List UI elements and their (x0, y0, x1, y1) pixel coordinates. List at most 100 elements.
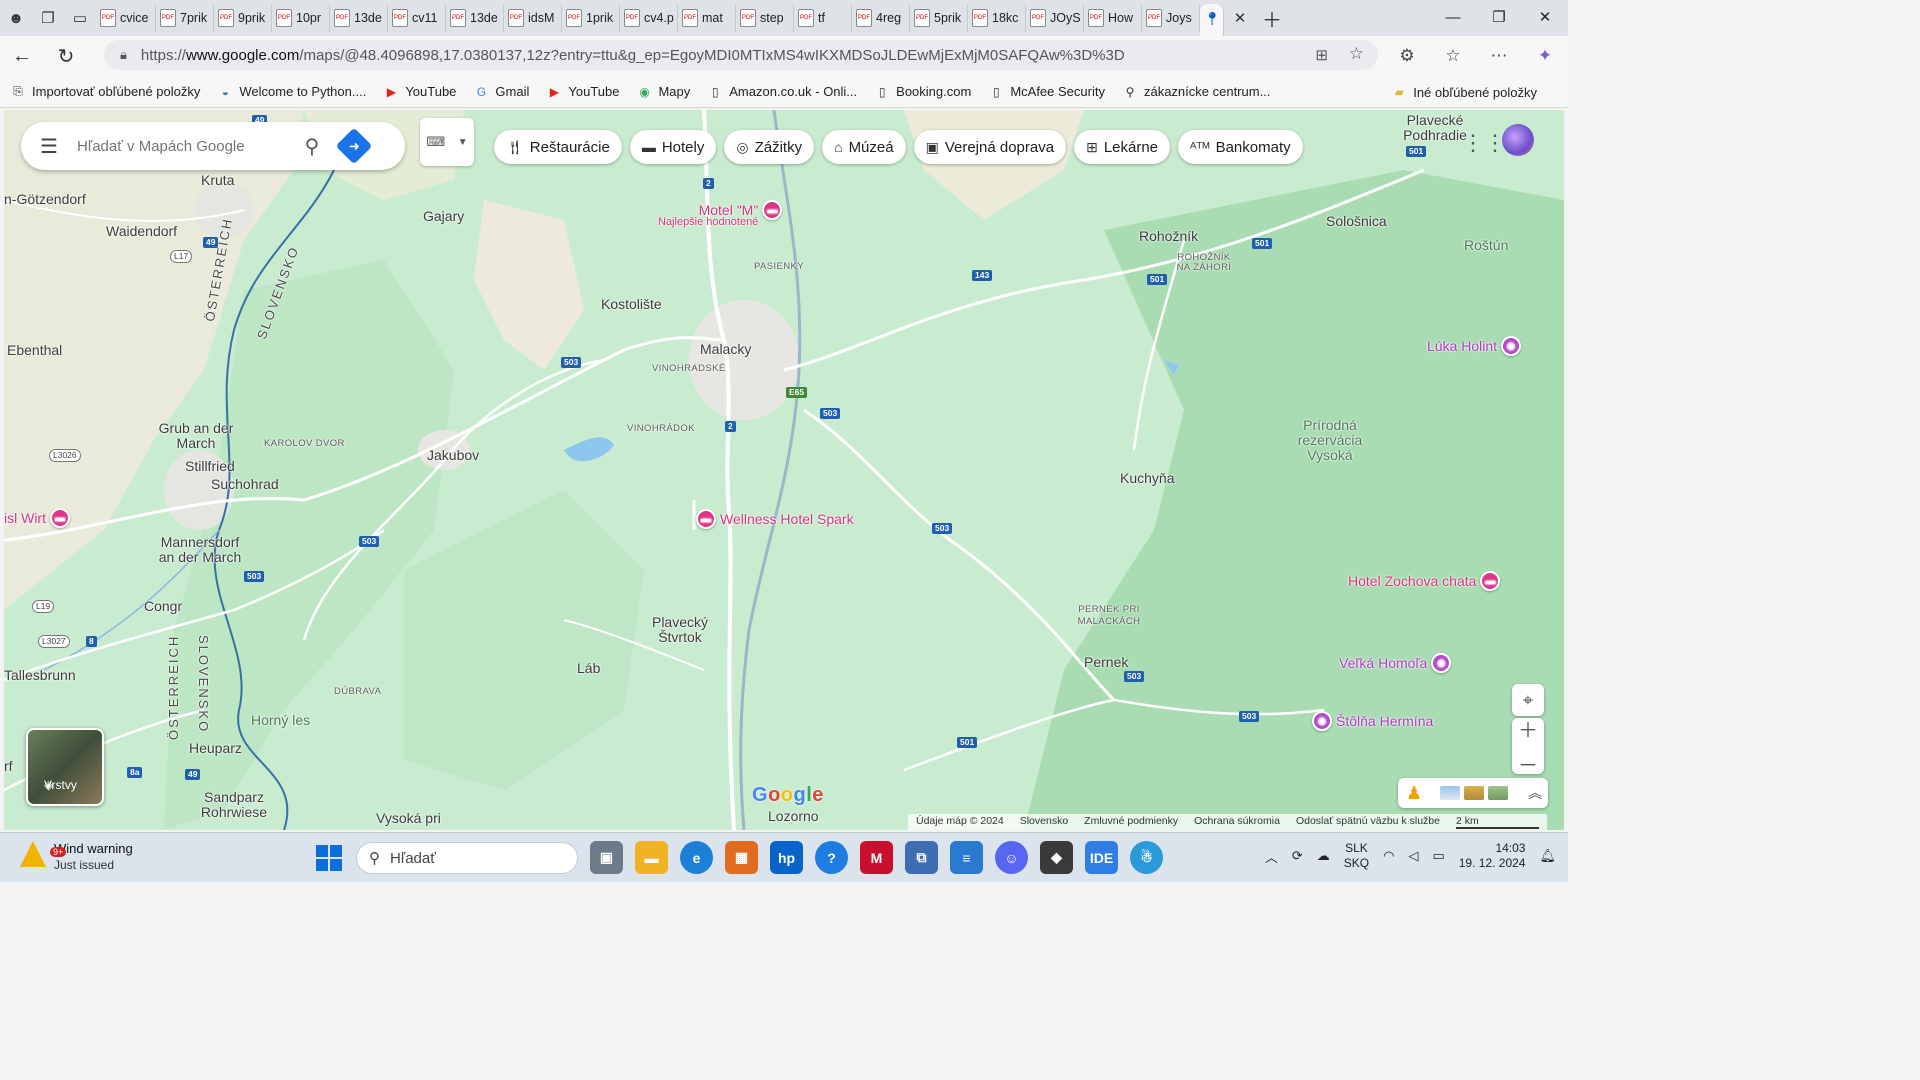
footer-link[interactable]: Zmluvné podmienky (1084, 815, 1178, 829)
browser-tab[interactable]: PDF How (1084, 4, 1142, 32)
sync-icon[interactable]: ⟳ (1292, 848, 1303, 864)
category-chip[interactable]: ◎ Zážitky (724, 130, 815, 164)
other-bookmarks[interactable]: ▰ Iné obľúbené položky (1391, 84, 1537, 100)
minimize-icon[interactable]: — (1430, 0, 1476, 36)
category-chip[interactable]: ⌂ Múzeá (822, 130, 906, 164)
start-button[interactable] (316, 845, 342, 871)
bookmark-item[interactable]: ◒ Welcome to Python.... (217, 84, 367, 100)
browser-tab[interactable]: PDF idsM (504, 4, 562, 32)
favorite-star-icon[interactable]: ☆ (1349, 44, 1364, 64)
zoom-in-icon[interactable]: ＋ (1518, 714, 1538, 743)
back-icon[interactable]: ← (0, 45, 44, 68)
bookmark-item[interactable]: G Gmail (473, 84, 530, 100)
bookmark-item[interactable]: ◉ Mapy (636, 84, 690, 100)
browser-tab[interactable]: PDF 13de (446, 4, 504, 32)
battery-icon[interactable]: ▭ (1432, 848, 1444, 864)
category-chip[interactable]: ⊞ Lekárne (1074, 130, 1171, 164)
browser-tab[interactable]: PDF step (736, 4, 794, 32)
category-chip[interactable]: ▣ Verejná doprava (913, 130, 1067, 164)
volume-icon[interactable]: ◁ (1408, 848, 1418, 864)
browser-tab[interactable]: PDF 5prik (910, 4, 968, 32)
favorites-icon[interactable]: ☆ (1430, 46, 1476, 66)
poi-wirt[interactable]: isl Wirt ▬ (4, 508, 70, 528)
poi-motel-m[interactable]: Motel "M" ▬ Najlepšie hodnotené (658, 200, 783, 228)
myhp-icon[interactable]: hp (770, 841, 803, 874)
more-menu-icon[interactable]: ⋯ (1476, 46, 1522, 66)
close-tab-icon[interactable]: ✕ (1224, 4, 1256, 32)
bookmark-item[interactable]: ⚲ zákaznícke centrum... (1122, 84, 1271, 100)
browser-tab[interactable]: PDF cvice (96, 4, 156, 32)
pegman-icon[interactable]: ♟ (1406, 783, 1422, 804)
browser-tab[interactable]: PDF Joys (1142, 4, 1200, 32)
poi-wellness-hotel[interactable]: ▬ Wellness Hotel Spark (696, 509, 854, 529)
discord-icon[interactable]: ☺ (995, 841, 1028, 874)
bookmark-item[interactable]: ⎘ Importovať obľúbené položky (10, 84, 200, 100)
satellite-thumb[interactable] (1488, 786, 1509, 800)
address-bar[interactable]: 🔒︎ https://www.google.com/maps/@48.40968… (104, 40, 1378, 70)
clock[interactable]: 14:03 19. 12. 2024 (1459, 841, 1526, 871)
network-app-icon[interactable]: ⧉ (905, 841, 938, 874)
bookmark-item[interactable]: ▶ YouTube (383, 84, 457, 100)
browser-tab[interactable]: PDF tf (794, 4, 852, 32)
browser-tab[interactable]: PDF 7prik (156, 4, 214, 32)
ide-icon[interactable]: IDE (1085, 841, 1118, 874)
active-tab-google-maps[interactable]: 📍︎ (1200, 4, 1224, 36)
imagery-thumb[interactable] (1440, 786, 1461, 800)
workspaces-icon[interactable]: ❐ (32, 4, 64, 32)
copilot-icon[interactable]: ✦ (1522, 46, 1568, 66)
bookmark-item[interactable]: ▯ McAfee Security (988, 84, 1105, 100)
search-icon[interactable]: ⚲ (287, 134, 337, 159)
browser-tab[interactable]: PDF 10pr (272, 4, 330, 32)
layers-button[interactable]: ◈ Vrstvy (26, 728, 104, 806)
browser-tab[interactable]: PDF 13de (330, 4, 388, 32)
edge-icon[interactable]: e (680, 841, 713, 874)
app-available-icon[interactable]: ⊞ (1315, 46, 1328, 64)
terrain-thumb[interactable] (1464, 786, 1485, 800)
poi-stolna-hermina[interactable]: ◉ Štôlňa Hermína (1312, 711, 1433, 731)
expand-icon[interactable]: ︽ (1528, 783, 1542, 803)
file-explorer-icon[interactable]: ▬ (635, 841, 668, 874)
weather-widget[interactable]: 9+ Wind warning Just issued (20, 841, 133, 873)
notepad-icon[interactable]: ≡ (950, 841, 983, 874)
extensions-icon[interactable]: ⚙ (1384, 46, 1430, 66)
poi-zochova-chata[interactable]: Hotel Zochova chata ▬ (1348, 571, 1501, 591)
reload-icon[interactable]: ↻ (44, 44, 88, 69)
browser-tab[interactable]: PDF 1prik (562, 4, 620, 32)
git-icon[interactable]: ◆ (1040, 841, 1073, 874)
maps-search-input[interactable] (77, 137, 287, 155)
tab-actions-icon[interactable]: ▭ (64, 4, 96, 32)
browser-tab[interactable]: PDF 9prik (214, 4, 272, 32)
footer-link[interactable]: Slovensko (1020, 815, 1068, 829)
notifications-icon[interactable]: 🔔︎ (1539, 848, 1556, 864)
chevron-up-icon[interactable]: ︿ (1265, 847, 1278, 866)
language-indicator[interactable]: SLK SKQ (1344, 841, 1369, 871)
map-canvas[interactable]: Kruta n-Götzendorf Waidendorf Gajary Ebe… (4, 110, 1564, 830)
scale-bar[interactable]: 2 km (1455, 815, 1539, 829)
onedrive-icon[interactable]: ☁ (1317, 848, 1330, 864)
category-chip[interactable]: ᴬᵀᴹ Bankomaty (1178, 130, 1303, 164)
close-window-icon[interactable]: ✕ (1522, 0, 1568, 36)
python-icon[interactable]: ☃ (1130, 841, 1163, 874)
browser-tab[interactable]: PDF 18kc (968, 4, 1026, 32)
poi-luka-holint[interactable]: Lúka Holint ◉ (1427, 336, 1522, 356)
browser-tab[interactable]: PDF mat (678, 4, 736, 32)
new-tab-icon[interactable]: ＋ (1256, 4, 1288, 32)
footer-link[interactable]: Odoslať spätnú väzbu k službe (1296, 815, 1440, 829)
category-chip[interactable]: ▬ Hotely (629, 130, 717, 164)
profile-icon[interactable]: ☻ (0, 4, 32, 32)
poi-velka-homola[interactable]: Veľká Homoľa ◉ (1339, 653, 1452, 673)
footer-link[interactable]: Ochrana súkromia (1194, 815, 1280, 829)
store-icon[interactable]: ▦ (725, 841, 758, 874)
my-location-button[interactable]: ⌖ (1512, 684, 1544, 716)
restore-icon[interactable]: ❐ (1476, 0, 1522, 36)
taskbar-search[interactable]: ⚲ Hľadať (356, 842, 578, 874)
task-view-icon[interactable]: ▣ (590, 841, 623, 874)
map-type-switcher[interactable]: ♟ ︽ (1398, 778, 1548, 808)
avatar[interactable] (1502, 124, 1534, 156)
mcafee-icon[interactable]: M (860, 841, 893, 874)
wifi-icon[interactable]: ◠ (1383, 848, 1394, 864)
browser-tab[interactable]: PDF cv11 (388, 4, 446, 32)
bookmark-item[interactable]: ▯ Amazon.co.uk - Onli... (707, 84, 857, 100)
zoom-out-icon[interactable]: － (1518, 749, 1538, 778)
browser-tab[interactable]: PDF cv4.p (620, 4, 678, 32)
